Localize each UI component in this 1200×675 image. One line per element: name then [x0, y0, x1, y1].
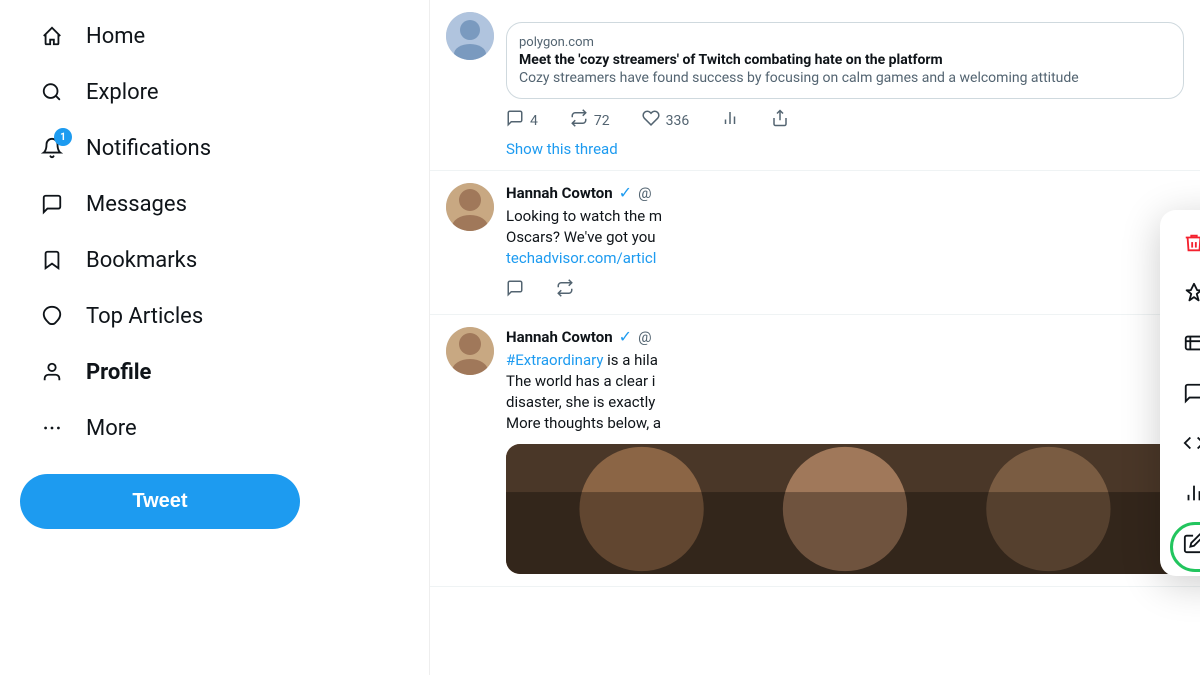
sidebar-item-messages[interactable]: Messages [20, 178, 220, 230]
sidebar-item-label: Top Articles [86, 304, 203, 329]
link-preview-card: polygon.com Meet the 'cozy streamers' of… [506, 22, 1184, 99]
tweet-body: polygon.com Meet the 'cozy streamers' of… [506, 12, 1184, 158]
share-icon [771, 109, 789, 132]
tweet-image [506, 444, 1184, 574]
tweet-body-2: Hannah Cowton ✓ @ Looking to watch the m… [506, 183, 1184, 302]
notification-count: 1 [54, 128, 72, 146]
comment-action-2[interactable] [506, 279, 524, 302]
sidebar-item-label: More [86, 416, 137, 441]
comment-count: 4 [530, 113, 538, 129]
dropdown-item-embed[interactable]: Embed Tweet [1160, 418, 1200, 468]
tweet-text-3: #Extraordinary is a hila The world has a… [506, 350, 1184, 434]
sidebar-item-label: Notifications [86, 136, 211, 161]
sidebar-item-explore[interactable]: Explore [20, 66, 220, 118]
home-icon [36, 20, 68, 52]
dropdown-item-list[interactable]: Add/remove @TheLondonGeek from Lists [1160, 318, 1200, 368]
dropdown-item-edit[interactable]: Edit Tweet [1160, 518, 1200, 568]
like-action[interactable]: 336 [642, 109, 690, 132]
retweet-action-2[interactable] [556, 279, 574, 302]
tweet-handle-3: @ [638, 328, 651, 346]
sidebar-item-label: Profile [86, 360, 151, 385]
heart-icon [642, 109, 660, 132]
comment-icon-2 [506, 279, 524, 302]
reply-icon [1180, 382, 1200, 404]
pin-icon [1180, 282, 1200, 304]
tweet-hashtag[interactable]: #Extraordinary [506, 351, 603, 369]
tweet-actions-2 [506, 279, 1184, 302]
verified-icon-3: ✓ [619, 327, 632, 346]
main-content: polygon.com Meet the 'cozy streamers' of… [430, 0, 1200, 675]
dropdown-item-change-reply[interactable]: Change who can reply [1160, 368, 1200, 418]
analytics-action[interactable] [721, 109, 739, 132]
sidebar-item-notifications[interactable]: 1 Notifications [20, 122, 227, 174]
tweet-handle-2: @ [638, 184, 651, 202]
share-action[interactable] [771, 109, 789, 132]
sidebar-item-label: Explore [86, 80, 159, 105]
avatar-3 [446, 327, 494, 375]
edit-icon [1180, 532, 1200, 554]
profile-icon [36, 356, 68, 388]
messages-icon [36, 188, 68, 220]
tweet-author-2: Hannah Cowton [506, 184, 613, 202]
analytics-icon [1180, 482, 1200, 504]
retweet-action[interactable]: 72 [570, 109, 610, 132]
chart-icon [721, 109, 739, 132]
tweet-link-2[interactable]: techadvisor.com/articl [506, 249, 656, 267]
sidebar-item-more[interactable]: More [20, 402, 220, 454]
link-domain: polygon.com [519, 35, 1171, 50]
sidebar-item-bookmarks[interactable]: Bookmarks [20, 234, 220, 286]
dropdown-item-delete[interactable]: Delete [1160, 218, 1200, 268]
sidebar-item-label: Messages [86, 192, 187, 217]
tweet-dropdown-menu: Delete Pin to your profile Add/remove @T… [1160, 210, 1200, 576]
explore-icon [36, 76, 68, 108]
trash-icon [1180, 232, 1200, 254]
link-title: Meet the 'cozy streamers' of Twitch comb… [519, 52, 1171, 68]
tweet-author-3: Hannah Cowton [506, 328, 613, 346]
tweet-text-2: Looking to watch the m Oscars? We've got… [506, 206, 1184, 269]
avatar-2 [446, 183, 494, 231]
retweet-count: 72 [594, 113, 610, 129]
tweet-card-2: Hannah Cowton ✓ @ Looking to watch the m… [430, 171, 1200, 315]
sidebar-item-home[interactable]: Home [20, 10, 220, 62]
avatar [446, 12, 494, 60]
sidebar-item-label: Home [86, 24, 145, 49]
sidebar: Home Explore 1 Notifications Messages Bo… [0, 0, 430, 675]
list-icon [1180, 332, 1200, 354]
comment-action[interactable]: 4 [506, 109, 538, 132]
dropdown-item-analytics[interactable]: View Tweet analytics [1160, 468, 1200, 518]
retweet-icon-2 [556, 279, 574, 302]
feed: polygon.com Meet the 'cozy streamers' of… [430, 0, 1200, 675]
more-icon [36, 412, 68, 444]
like-count: 336 [666, 113, 690, 129]
sidebar-item-top-articles[interactable]: Top Articles [20, 290, 220, 342]
tweet-header-2: Hannah Cowton ✓ @ [506, 183, 1184, 202]
sidebar-item-label: Bookmarks [86, 248, 197, 273]
dropdown-item-pin[interactable]: Pin to your profile [1160, 268, 1200, 318]
tweet-button[interactable]: Tweet [20, 474, 300, 529]
tweet-header-3: Hannah Cowton ✓ @ [506, 327, 1184, 346]
code-icon [1180, 432, 1200, 454]
show-thread-link[interactable]: Show this thread [506, 140, 1184, 158]
comment-icon [506, 109, 524, 132]
tweet-body-3: Hannah Cowton ✓ @ #Extraordinary is a hi… [506, 327, 1184, 574]
link-desc: Cozy streamers have found success by foc… [519, 70, 1171, 86]
verified-icon-2: ✓ [619, 183, 632, 202]
tweet-actions: 4 72 336 [506, 109, 1184, 132]
notifications-icon: 1 [36, 132, 68, 164]
sidebar-item-profile[interactable]: Profile [20, 346, 220, 398]
top-articles-icon [36, 300, 68, 332]
bookmarks-icon [36, 244, 68, 276]
tweet-card-1: polygon.com Meet the 'cozy streamers' of… [430, 0, 1200, 171]
retweet-icon [570, 109, 588, 132]
tweet-card-3: Hannah Cowton ✓ @ #Extraordinary is a hi… [430, 315, 1200, 587]
